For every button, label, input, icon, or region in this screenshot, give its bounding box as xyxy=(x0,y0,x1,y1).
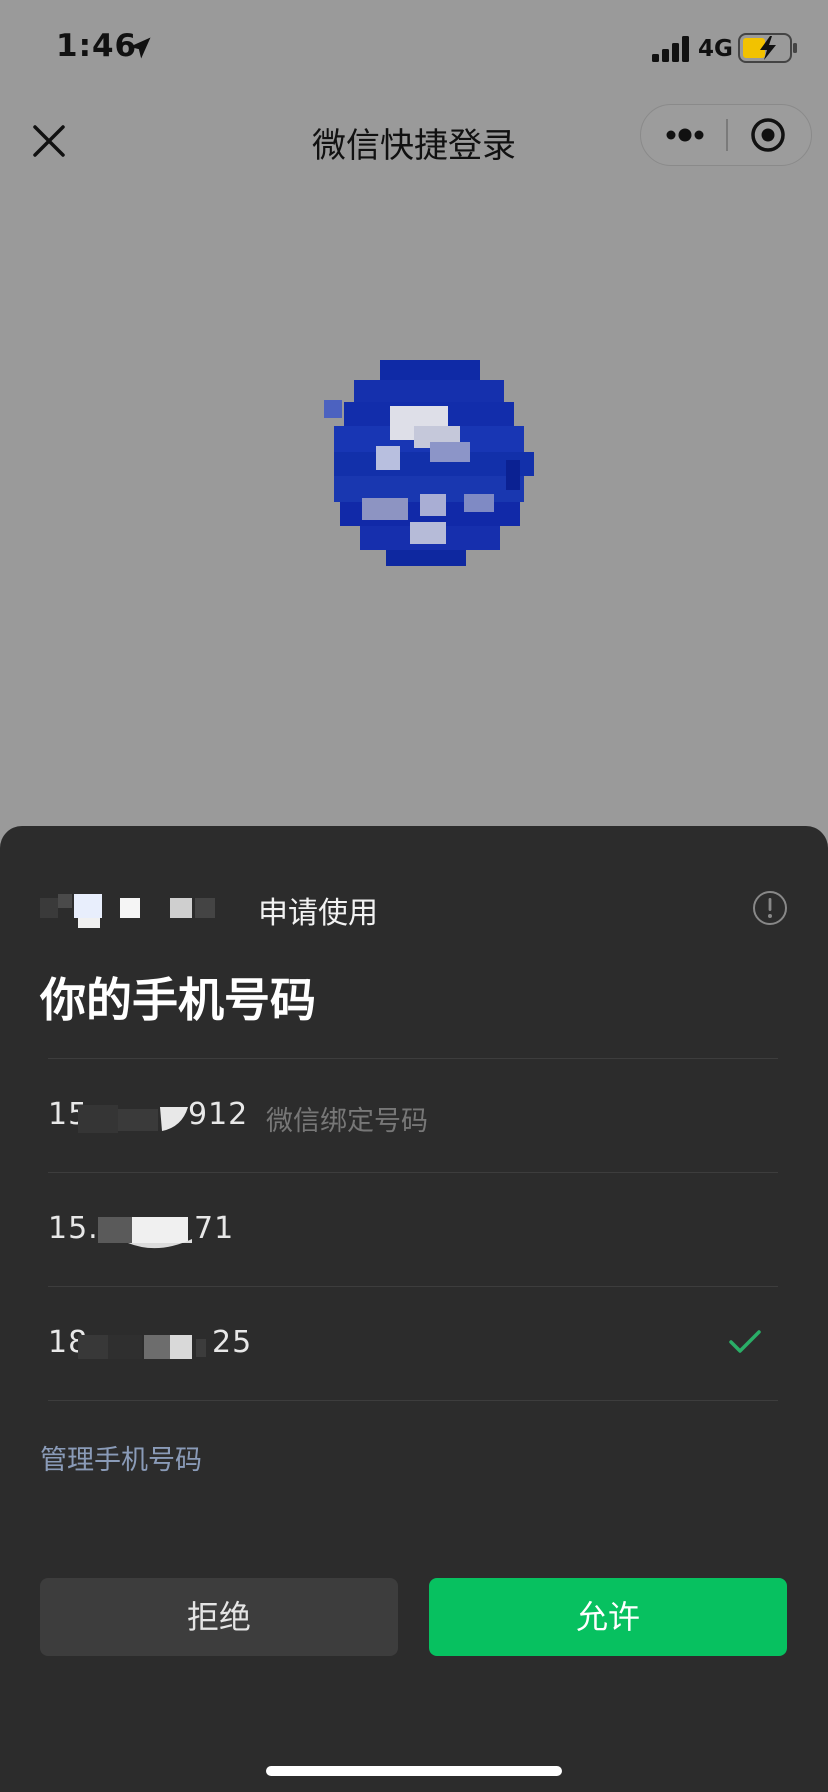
network-type: 4G xyxy=(698,36,733,62)
app-logo xyxy=(324,360,534,566)
phone-permission-sheet: 申请使用 你的手机号码 15 912 微信绑定号码 15. 71 18 25 管… xyxy=(0,826,828,1792)
phone-list: 15 912 微信绑定号码 15. 71 18 25 xyxy=(48,1058,778,1401)
more-dots-icon[interactable] xyxy=(641,105,726,165)
phone-prefix: 15. xyxy=(48,1211,99,1246)
signal-bars-icon xyxy=(652,36,689,62)
requesting-app-row: 申请使用 xyxy=(40,888,800,936)
manage-phone-link[interactable]: 管理手机号码 xyxy=(40,1438,202,1477)
checkmark-icon xyxy=(729,1330,761,1353)
location-arrow-icon xyxy=(129,37,151,59)
scope-title: 你的手机号码 xyxy=(40,973,316,1027)
deny-button[interactable]: 拒绝 xyxy=(40,1578,398,1656)
phone-redaction xyxy=(78,1105,188,1133)
battery-charging-icon xyxy=(738,33,797,63)
info-icon[interactable] xyxy=(750,888,790,928)
phone-redaction xyxy=(98,1217,192,1249)
wechat-bound-tag: 微信绑定号码 xyxy=(266,1106,428,1137)
phone-redaction xyxy=(78,1335,206,1359)
capsule-menu xyxy=(640,104,812,166)
phone-option-selected[interactable]: 18 25 xyxy=(48,1286,778,1401)
phone-option[interactable]: 15. 71 xyxy=(48,1172,778,1286)
phone-suffix: 912 xyxy=(188,1097,249,1132)
home-indicator[interactable] xyxy=(266,1766,562,1776)
status-bar: 1:46 4G xyxy=(0,0,828,96)
app-name-redacted xyxy=(40,894,215,928)
target-icon[interactable] xyxy=(728,105,811,165)
status-time: 1:46 xyxy=(56,28,138,64)
phone-suffix: 71 xyxy=(194,1211,235,1246)
phone-option[interactable]: 15 912 微信绑定号码 xyxy=(48,1058,778,1172)
nav-bar: 微信快捷登录 xyxy=(0,96,828,186)
request-label: 申请使用 xyxy=(258,896,378,931)
allow-button[interactable]: 允许 xyxy=(429,1578,787,1656)
phone-suffix: 25 xyxy=(212,1325,253,1360)
